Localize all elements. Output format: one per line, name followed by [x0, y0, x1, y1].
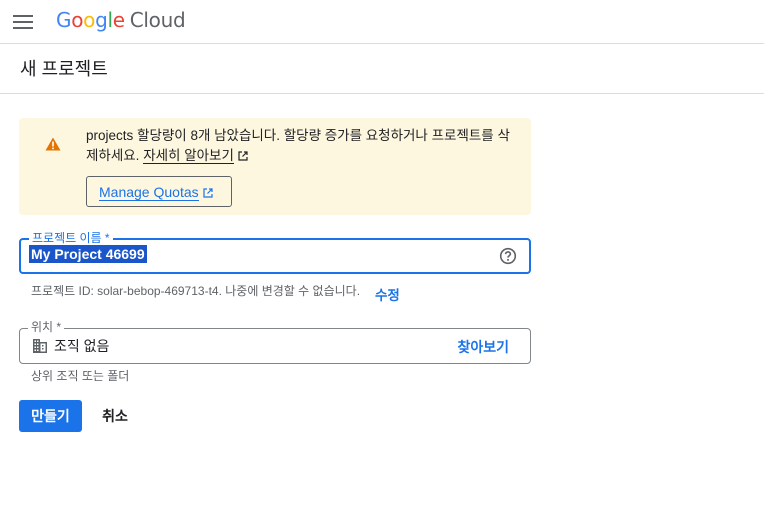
page-header: 새 프로젝트	[0, 45, 764, 94]
page-title: 새 프로젝트	[20, 59, 108, 79]
top-app-bar: Google Cloud	[0, 0, 764, 44]
project-id-hint: 프로젝트 ID: solar-bebop-469713-t4. 나중에 변경할 …	[31, 284, 361, 298]
building-icon	[33, 339, 47, 353]
location-field[interactable]: 위치 * 조직 없음 찾아보기	[19, 320, 531, 364]
project-name-label: 프로젝트 이름 *	[29, 231, 113, 245]
quota-warning-message: projects 할당량이 8개 남았습니다. 할당량 증가를 요청하거나 프로…	[86, 126, 516, 166]
hamburger-menu-icon[interactable]	[12, 12, 34, 32]
open-in-new-icon	[203, 187, 213, 198]
cancel-button[interactable]: 취소	[92, 400, 138, 432]
location-hint: 상위 조직 또는 폴더	[31, 369, 130, 383]
location-label: 위치 *	[28, 320, 65, 334]
logo-product-name: Cloud	[129, 8, 186, 32]
help-circle-icon[interactable]	[499, 247, 517, 265]
browse-location-button[interactable]: 찾아보기	[457, 337, 509, 357]
location-value: 조직 없음	[54, 338, 110, 354]
learn-more-link[interactable]: 자세히 알아보기	[143, 148, 234, 164]
create-button[interactable]: 만들기	[19, 400, 82, 432]
project-name-field[interactable]: 프로젝트 이름 * My Project 46699	[19, 231, 531, 274]
manage-quotas-button[interactable]: Manage Quotas	[86, 176, 232, 207]
open-in-new-icon	[238, 151, 248, 161]
warning-icon	[45, 137, 61, 151]
project-name-input[interactable]: My Project 46699	[29, 245, 147, 266]
edit-project-id-link[interactable]: 수정	[375, 284, 400, 304]
quota-warning-banner: projects 할당량이 8개 남았습니다. 할당량 증가를 요청하거나 프로…	[19, 118, 531, 215]
google-cloud-logo[interactable]: Google Cloud	[56, 8, 186, 32]
